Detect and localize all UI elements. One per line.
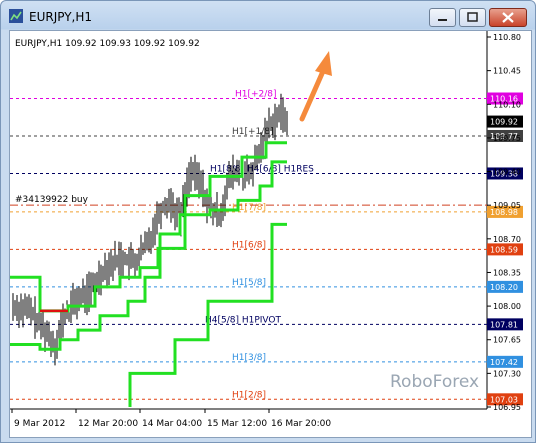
y-tick-label: 108.70: [493, 235, 521, 244]
price-tag-label: 108.59: [490, 245, 518, 254]
price-tag-label: 107.81: [490, 320, 518, 329]
level-label: H1[+2/8]: [235, 90, 277, 100]
title-bar[interactable]: EURJPY,H1: [1, 1, 535, 31]
restore-icon: [467, 12, 478, 22]
level-label: H1[2/8]: [232, 390, 266, 400]
price-tag-label: 108.20: [490, 283, 518, 292]
level-label: H1[3/8]: [232, 353, 266, 363]
chart-area[interactable]: H1[+2/8] 110.16 109.92 H1[+1/8] 109.77 H1[8/8…: [9, 30, 532, 438]
close-button[interactable]: [489, 8, 527, 27]
price-tag-label: 107.42: [490, 358, 518, 367]
x-tick-label: 14 Mar 04:00: [142, 419, 202, 429]
minimize-icon: [438, 19, 447, 21]
x-tick-label: 12 Mar 20:00: [78, 419, 138, 429]
level-label: H1[6/8]: [232, 240, 266, 250]
price-tag-label: 109.92: [490, 118, 518, 127]
window-title: EURJPY,H1: [29, 10, 93, 24]
y-tick-label: 106.95: [493, 403, 521, 412]
level-label: H4[5/8] H1PIVOT: [205, 315, 282, 325]
y-tick-label: 110.80: [493, 33, 521, 42]
y-tick-label: 107.30: [493, 369, 521, 378]
x-tick-label: 15 Mar 12:00: [207, 419, 267, 429]
x-tick-label: 16 Mar 20:00: [271, 419, 331, 429]
price-chart[interactable]: H1[+2/8] 110.16109.92H1[+1/8] 109.77H1[8/8…: [10, 31, 531, 437]
minimize-button[interactable]: [429, 8, 456, 27]
y-tick-label: 110.45: [493, 67, 521, 76]
x-tick-label: 9 Mar 2012: [14, 419, 65, 429]
y-tick-label: 109.75: [493, 134, 521, 143]
maximize-button[interactable]: [459, 8, 486, 27]
close-icon: [502, 12, 514, 23]
level-label: H1[5/8]: [232, 278, 266, 288]
trend-arrow: [299, 51, 332, 122]
order-label: #34139922 buy: [15, 195, 89, 205]
chart-app-icon: [9, 9, 23, 23]
y-tick-label: 107.65: [493, 336, 521, 345]
y-tick-label: 110.10: [493, 100, 521, 109]
roboforex-watermark: RoboForex: [390, 372, 479, 392]
chart-window: EURJPY,H1 H1[+2/8] 110.16 109.92 H1[+1/8] 10…: [0, 0, 536, 443]
y-tick-label: 109.05: [493, 201, 521, 210]
y-tick-label: 109.40: [493, 168, 521, 177]
y-tick-label: 108.35: [493, 268, 521, 277]
y-tick-label: 108.00: [493, 302, 521, 311]
level-label: H1[8/8] H4[6/8] H1RES: [210, 164, 314, 174]
chart-ohlc-info: EURJPY,H1 109.92 109.93 109.92 109.92: [15, 39, 200, 49]
